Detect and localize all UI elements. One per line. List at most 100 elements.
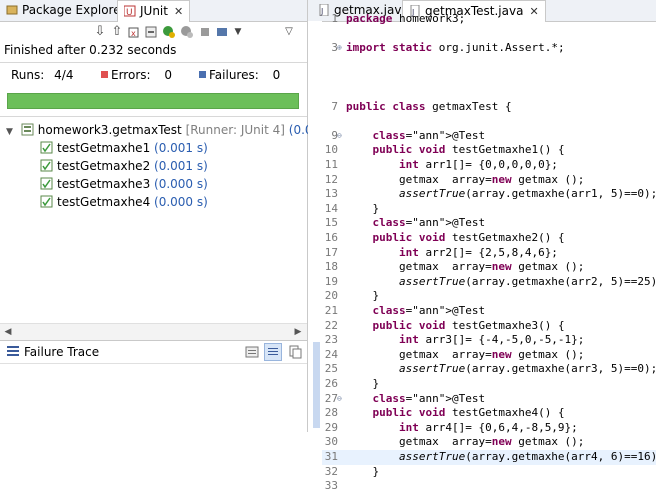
code-text: getmax array=new getmax (); xyxy=(346,347,585,361)
finished-status: Finished after 0.232 seconds xyxy=(4,43,177,57)
test-suite-row[interactable]: ▼ homework3.getmaxTest [Runner: JUnit 4]… xyxy=(6,121,343,139)
code-line[interactable]: 13 assertTrue(array.getmaxhe(arr1, 5)==0… xyxy=(322,187,656,202)
failures-label: Failures: xyxy=(209,68,259,82)
close-icon[interactable]: ✕ xyxy=(174,5,183,18)
code-line[interactable]: 23 int arr3[]= {-4,-5,0,-5,-1}; xyxy=(322,333,656,348)
show-failures-only-icon[interactable]: x xyxy=(127,25,141,39)
code-line[interactable]: 26 } xyxy=(322,377,656,392)
next-failure-icon[interactable]: ⇩ xyxy=(93,25,107,39)
compare-results-icon[interactable] xyxy=(245,345,259,359)
svg-text:U: U xyxy=(126,8,133,17)
code-line[interactable]: 20 } xyxy=(322,289,656,304)
test-row[interactable]: testGetmaxhe2 (0.001 s) xyxy=(40,157,208,175)
code-line[interactable]: 21 class="ann">@Test xyxy=(322,304,656,319)
code-line[interactable]: 32 } xyxy=(322,465,656,480)
runs-label: Runs: xyxy=(11,68,45,82)
line-number: 30 xyxy=(324,435,338,449)
code-line[interactable]: 16 public void testGetmaxhe2() { xyxy=(322,231,656,246)
history-dropdown-icon[interactable]: ▼ xyxy=(231,25,245,39)
code-text: assertTrue(array.getmaxhe(arr2, 5)==25); xyxy=(398,274,656,288)
scroll-left-icon[interactable]: ◀ xyxy=(2,326,14,338)
code-line[interactable]: 10 public void testGetmaxhe1() { xyxy=(322,143,656,158)
code-line[interactable]: 31 assertTrue(array.getmaxhe(arr4, 6)==1… xyxy=(322,450,656,465)
code-line[interactable]: 18 getmax array=new getmax (); xyxy=(322,260,656,275)
runs-counter: Runs: 4/4 xyxy=(11,68,73,82)
code-line[interactable]: 19 assertTrue(array.getmaxhe(arr2, 5)==2… xyxy=(322,275,656,290)
code-line[interactable]: 11 int arr1[]= {0,0,0,0,0}; xyxy=(322,158,656,173)
code-line[interactable]: 33 xyxy=(322,479,656,494)
code-line[interactable]: 30 getmax array=new getmax (); xyxy=(322,435,656,450)
expand-icon[interactable]: ⊕ xyxy=(337,44,345,52)
failures-counter: Failures: 0 xyxy=(199,68,280,82)
code-line[interactable]: 27 ⊖ class="ann">@Test xyxy=(322,392,656,407)
rerun-icon[interactable] xyxy=(162,25,176,39)
scroll-lock-icon[interactable] xyxy=(144,25,158,39)
errors-counter: Errors: 0 xyxy=(101,68,172,82)
tab-junit-label: JUnit xyxy=(140,4,168,18)
code-line[interactable]: 7 public class getmaxTest { xyxy=(322,100,656,115)
stack-trace-icon xyxy=(7,346,19,357)
code-line[interactable]: 24 getmax array=new getmax (); xyxy=(322,348,656,363)
test-name: testGetmaxhe1 xyxy=(57,141,151,155)
test-row[interactable]: testGetmaxhe3 (0.000 s) xyxy=(40,175,208,193)
line-number: 18 xyxy=(324,260,338,274)
code-line[interactable]: 12 getmax array=new getmax (); xyxy=(322,173,656,188)
test-passed-icon xyxy=(40,195,53,208)
scroll-right-icon[interactable]: ▶ xyxy=(292,326,304,338)
test-row[interactable]: testGetmaxhe1 (0.001 s) xyxy=(40,139,208,157)
history-icon[interactable] xyxy=(215,25,229,39)
tab-package-explorer[interactable]: Package Explorer xyxy=(0,0,132,21)
code-line[interactable]: 14 } xyxy=(322,202,656,217)
tab-junit[interactable]: U JUnit ✕ xyxy=(117,0,191,22)
code-line[interactable]: 9 ⊖ class="ann">@Test xyxy=(322,129,656,144)
rerun-failed-icon[interactable] xyxy=(180,25,194,39)
line-number: 13 xyxy=(324,187,338,201)
code-line[interactable]: 22 public void testGetmaxhe3() { xyxy=(322,319,656,334)
code-text: class="ann">@Test xyxy=(372,216,486,230)
line-number: 21 xyxy=(324,304,338,317)
line-number: 11 xyxy=(324,158,338,171)
chevron-down-icon[interactable]: ▼ xyxy=(6,127,13,137)
collapse-icon[interactable]: ⊖ xyxy=(337,394,345,403)
code-line[interactable]: 28 public void testGetmaxhe4() { xyxy=(322,406,656,421)
code-text: class="ann">@Test xyxy=(372,304,486,317)
test-time: (0.000 s) xyxy=(154,195,208,209)
code-line[interactable]: 1 package homework3; xyxy=(322,12,656,27)
runs-value: 4/4 xyxy=(54,68,74,82)
code-text: getmax array=new getmax (); xyxy=(346,260,585,274)
failure-icon xyxy=(199,71,206,78)
code-text: class="ann">@Test xyxy=(372,391,486,405)
code-line[interactable]: 29 int arr4[]= {0,6,4,-8,5,9}; xyxy=(322,421,656,436)
code-line[interactable]: 17 int arr2[]= {2,5,8,4,6}; xyxy=(322,246,656,261)
package-explorer-icon xyxy=(6,2,18,15)
line-number: 28 xyxy=(324,406,338,420)
filter-stack-icon[interactable] xyxy=(264,343,282,361)
tab-package-explorer-label: Package Explorer xyxy=(22,3,126,17)
code-line[interactable]: 15 class="ann">@Test xyxy=(322,216,656,231)
code-text: assertTrue(array.getmaxhe(arr4, 6)==16); xyxy=(398,450,656,463)
line-number: 19 xyxy=(324,274,338,288)
line-number: 26 xyxy=(324,377,338,390)
code-text: int arr3[]= {-4,-5,0,-5,-1}; xyxy=(398,333,585,347)
failure-trace-label: Failure Trace xyxy=(24,345,100,359)
test-row[interactable]: testGetmaxhe4 (0.000 s) xyxy=(40,193,208,211)
line-number: 16 xyxy=(324,231,338,244)
horizontal-scrollbar[interactable]: ◀ ▶ xyxy=(0,323,307,340)
line-number: 32 xyxy=(324,464,338,478)
errors-value: 0 xyxy=(164,68,173,82)
collapse-icon[interactable]: ⊖ xyxy=(337,131,345,140)
code-area[interactable]: 1 package homework3; 3 ⊕ import static org.j… xyxy=(322,12,656,492)
copy-trace-icon[interactable] xyxy=(288,345,302,359)
svg-text:x: x xyxy=(131,29,136,38)
previous-failure-icon[interactable]: ⇧ xyxy=(110,25,124,39)
test-name: testGetmaxhe2 xyxy=(57,159,151,173)
view-menu-icon[interactable]: ▽ xyxy=(282,25,296,39)
test-name: testGetmaxhe3 xyxy=(57,177,151,191)
line-number: 29 xyxy=(324,420,338,434)
line-number: 25 xyxy=(324,362,338,376)
code-text: int arr1[]= {0,0,0,0,0}; xyxy=(398,158,558,171)
code-line[interactable]: 25 assertTrue(array.getmaxhe(arr3, 5)==0… xyxy=(322,362,656,377)
line-number: 14 xyxy=(324,201,338,215)
stop-icon[interactable] xyxy=(198,25,212,39)
code-line[interactable]: 3 ⊕ import static org.junit.Assert.*; xyxy=(322,41,656,56)
